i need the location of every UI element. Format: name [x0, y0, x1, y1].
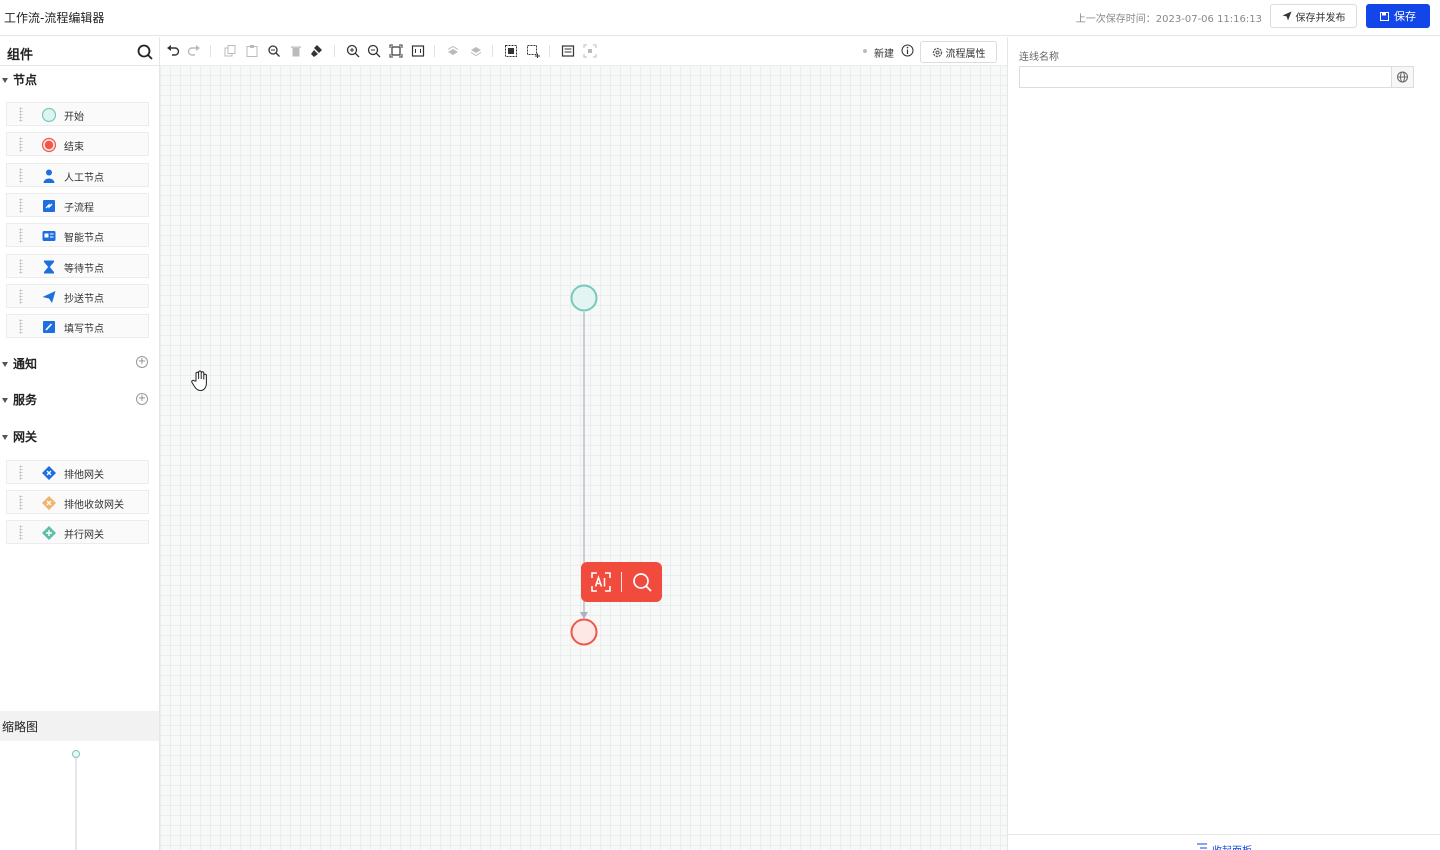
save-label: 保存 [1394, 10, 1416, 23]
flow-edge-arrowhead [580, 612, 588, 619]
add-service-icon[interactable]: + [136, 393, 148, 405]
search-icon[interactable] [631, 571, 653, 593]
node-item-label: 抄送节点 [64, 294, 104, 305]
section-notify-label: 通知 [13, 357, 38, 371]
drag-handle-icon[interactable] [19, 465, 23, 480]
exclusive-merge-gateway-icon [42, 496, 56, 510]
node-item-label: 等待节点 [64, 264, 104, 275]
user-icon [43, 169, 55, 183]
collapse-icon [1197, 843, 1207, 849]
node-item-cc[interactable]: 抄送节点 [6, 284, 149, 308]
language-toggle-button[interactable] [1391, 66, 1414, 88]
node-item-end[interactable]: 结束 [6, 132, 149, 156]
flow-canvas[interactable]: 新建 流程属性 [160, 37, 1007, 850]
globe-icon [1397, 71, 1408, 83]
smart-node-icon [42, 231, 56, 241]
hand-cursor-icon [191, 370, 207, 392]
node-item-manual[interactable]: 人工节点 [6, 163, 149, 187]
parallel-gateway-icon [42, 526, 56, 540]
node-item-label: 排他收敛网关 [64, 500, 124, 511]
end-circle-icon [41, 137, 57, 153]
drag-handle-icon[interactable] [19, 168, 23, 183]
hourglass-icon [44, 260, 54, 274]
node-item-label: 结束 [64, 142, 84, 153]
collapse-panel-button[interactable]: 收起面板 [1196, 842, 1252, 850]
subprocess-icon [43, 200, 55, 212]
node-item-start[interactable]: 开始 [6, 102, 149, 126]
component-panel-title: 组件 [7, 48, 34, 63]
drag-handle-icon[interactable] [19, 525, 23, 540]
component-panel: 组件 节点 开始 结束 人工节点 子流程 智能节点 等待节点 抄送节点 填写节点… [0, 37, 160, 850]
save-button[interactable]: 保存 [1366, 4, 1430, 28]
exclusive-gateway-icon [42, 466, 56, 480]
search-icon[interactable] [137, 44, 153, 60]
line-name-label: 连线名称 [1019, 52, 1059, 63]
section-notify[interactable]: 通知 [0, 355, 37, 372]
properties-panel-footer: 收起面板 [1008, 834, 1440, 850]
node-item-exclusive-gateway[interactable]: 排他网关 [6, 460, 149, 484]
start-circle-icon [41, 107, 57, 123]
node-item-label: 开始 [64, 112, 84, 123]
node-item-fill[interactable]: 填写节点 [6, 314, 149, 338]
drag-handle-icon[interactable] [19, 228, 23, 243]
section-nodes[interactable]: 节点 [0, 71, 37, 88]
minimap[interactable] [0, 741, 159, 850]
drag-handle-icon[interactable] [19, 289, 23, 304]
node-item-label: 排他网关 [64, 470, 104, 481]
drag-handle-icon[interactable] [19, 107, 23, 122]
app-header: 工作流-流程编辑器 上一次保存时间：2023-07-06 11:16:13 保存… [0, 0, 1440, 36]
line-name-input[interactable] [1019, 66, 1391, 88]
section-service[interactable]: 服务 [0, 391, 37, 408]
caret-down-icon [2, 77, 8, 83]
floppy-disk-icon [1380, 11, 1389, 21]
save-and-publish-button[interactable]: 保存并发布 [1270, 4, 1357, 28]
page-title: 工作流-流程编辑器 [4, 11, 105, 25]
paper-plane-icon [42, 291, 56, 303]
collapse-panel-label: 收起面板 [1212, 842, 1252, 850]
drag-handle-icon[interactable] [19, 137, 23, 152]
ai-scan-icon[interactable] [590, 571, 612, 593]
drag-handle-icon[interactable] [19, 198, 23, 213]
add-notify-icon[interactable]: + [136, 356, 148, 368]
section-gateway-label: 网关 [13, 430, 38, 444]
node-item-label: 子流程 [64, 203, 94, 214]
node-item-wait[interactable]: 等待节点 [6, 254, 149, 278]
caret-down-icon [2, 397, 8, 403]
panel-divider [0, 65, 159, 66]
section-nodes-label: 节点 [13, 73, 38, 87]
drag-handle-icon[interactable] [19, 495, 23, 510]
end-node[interactable] [570, 618, 598, 646]
node-item-label: 智能节点 [64, 233, 104, 244]
ai-floating-toolbar [581, 562, 662, 602]
node-item-label: 填写节点 [64, 324, 104, 335]
minimap-title: 缩略图 [0, 711, 159, 741]
flow-graph [570, 284, 598, 646]
form-edit-icon [43, 321, 55, 333]
node-item-subprocess[interactable]: 子流程 [6, 193, 149, 217]
node-item-label: 并行网关 [64, 530, 104, 541]
start-node[interactable] [570, 284, 598, 312]
drag-handle-icon[interactable] [19, 319, 23, 334]
node-item-exclusive-merge-gateway[interactable]: 排他收敛网关 [6, 490, 149, 514]
last-save-time: 上一次保存时间：2023-07-06 11:16:13 [1075, 14, 1262, 25]
send-icon [1282, 11, 1291, 21]
properties-panel: 连线名称 收起面板 [1007, 37, 1440, 850]
section-gateway[interactable]: 网关 [0, 428, 37, 445]
node-item-label: 人工节点 [64, 173, 104, 184]
caret-down-icon [2, 434, 8, 440]
node-item-smart[interactable]: 智能节点 [6, 223, 149, 247]
node-item-parallel-gateway[interactable]: 并行网关 [6, 520, 149, 544]
caret-down-icon [2, 361, 8, 367]
drag-handle-icon[interactable] [19, 259, 23, 274]
save-and-publish-label: 保存并发布 [1295, 12, 1346, 24]
section-service-label: 服务 [13, 393, 38, 407]
ai-toolbar-separator [621, 572, 622, 592]
